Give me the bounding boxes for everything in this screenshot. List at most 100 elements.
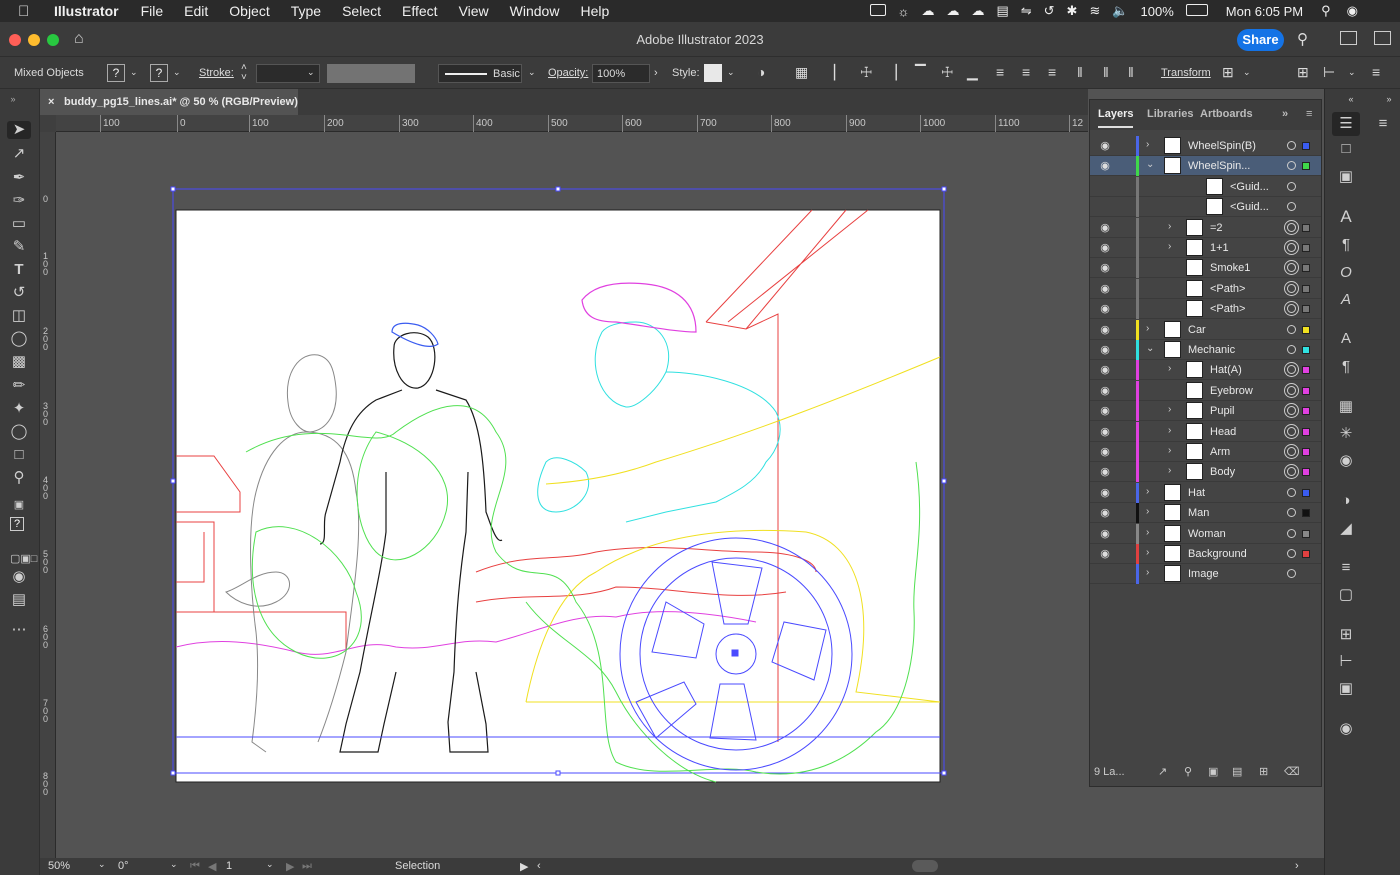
eyedropper-tool-icon[interactable]: ✏ bbox=[10, 377, 28, 395]
layer-target-icon[interactable] bbox=[1287, 222, 1296, 232]
share-button[interactable]: Share bbox=[1237, 29, 1284, 51]
chevron-right-icon[interactable]: › bbox=[1146, 139, 1149, 150]
apple-menu-icon[interactable]:  bbox=[18, 3, 36, 20]
distribute-top-icon[interactable]: ≡ bbox=[996, 64, 1004, 80]
new-sublayer-icon[interactable]: ▤ bbox=[1232, 765, 1242, 778]
selection-tool-icon[interactable]: ➤ bbox=[7, 121, 31, 139]
chevron-right-icon[interactable]: › bbox=[1146, 486, 1149, 497]
visibility-eye-icon[interactable]: ◉ bbox=[1098, 486, 1112, 499]
align-right-icon[interactable]: ▕ bbox=[886, 64, 897, 81]
layer-row[interactable]: ◉ › =2 bbox=[1090, 217, 1321, 238]
horizontal-ruler[interactable]: 100 0 100 200 300 400 500 600 700 800 900 1000 1100 1… bbox=[56, 115, 1088, 132]
distribute-center-icon[interactable]: ≡ bbox=[1022, 64, 1030, 80]
menu-edit[interactable]: Edit bbox=[184, 3, 208, 19]
selection-indicator[interactable] bbox=[1302, 386, 1310, 395]
gradient-panel-icon[interactable]: ▢ bbox=[1336, 585, 1356, 605]
paragraph-panel-icon[interactable]: ¶ bbox=[1336, 235, 1356, 255]
align-to-icon[interactable]: ▦ bbox=[795, 64, 808, 81]
chevron-right-icon[interactable]: › bbox=[1168, 221, 1171, 232]
color-mode-icon[interactable]: ▢▣□ bbox=[10, 550, 37, 568]
visibility-eye-icon[interactable]: ◉ bbox=[1098, 445, 1112, 458]
chevron-right-icon[interactable]: › bbox=[654, 67, 658, 79]
visibility-eye-icon[interactable]: ◉ bbox=[1098, 425, 1112, 438]
close-tab-icon[interactable]: × bbox=[48, 89, 54, 115]
align-horizontal-center-icon[interactable]: ☩ bbox=[860, 64, 873, 81]
layer-target-icon[interactable] bbox=[1287, 365, 1296, 375]
paragraph-styles-icon[interactable]: ¶ bbox=[1336, 357, 1356, 377]
eraser-tool-icon[interactable]: ◫ bbox=[10, 307, 28, 325]
selection-indicator[interactable] bbox=[1302, 325, 1310, 334]
collapse-dock-icon-2[interactable]: » bbox=[1379, 89, 1399, 109]
layer-target-icon[interactable] bbox=[1287, 569, 1296, 579]
visibility-eye-icon[interactable]: ◉ bbox=[1098, 241, 1112, 254]
menu-type[interactable]: Type bbox=[291, 3, 321, 19]
opentype-panel-icon[interactable]: O bbox=[1336, 263, 1356, 283]
chevron-down-icon[interactable]: ⌄ bbox=[727, 67, 735, 78]
menu-select[interactable]: Select bbox=[342, 3, 381, 19]
selection-indicator[interactable] bbox=[1302, 488, 1310, 497]
paintbrush-tool-icon[interactable]: ✎ bbox=[10, 238, 28, 256]
tab-libraries[interactable]: Libraries bbox=[1147, 108, 1193, 120]
menu-window[interactable]: Window bbox=[510, 3, 560, 19]
align-panel-icon[interactable]: ⊢ bbox=[1336, 652, 1356, 672]
cloud-status-icon-3[interactable]: ☁ bbox=[971, 3, 984, 19]
layer-target-icon[interactable] bbox=[1287, 161, 1296, 171]
tab-layers[interactable]: Layers bbox=[1098, 108, 1134, 128]
layer-target-icon[interactable] bbox=[1287, 406, 1296, 416]
cloud-status-icon-2[interactable]: ☁ bbox=[946, 3, 959, 19]
stroke-swatch[interactable]: ? bbox=[150, 64, 168, 82]
type-tool-icon[interactable]: T bbox=[10, 261, 28, 279]
layer-row[interactable]: ◉ Eyebrow bbox=[1090, 380, 1321, 401]
stroke-panel-icon[interactable]: ≡ bbox=[1336, 558, 1356, 578]
zoom-level[interactable]: 50% bbox=[48, 860, 70, 872]
layer-row[interactable]: ◉ › Body bbox=[1090, 462, 1321, 483]
selection-indicator[interactable] bbox=[1302, 223, 1310, 232]
zoom-tool-icon[interactable]: ⚲ bbox=[10, 469, 28, 487]
siri-icon[interactable]: ◉ bbox=[1347, 3, 1358, 19]
screen-mode-icon[interactable]: ▤ bbox=[10, 591, 28, 609]
chevron-down-icon[interactable]: ⌄ bbox=[307, 67, 315, 78]
layer-target-icon[interactable] bbox=[1287, 304, 1296, 314]
visibility-eye-icon[interactable]: ◉ bbox=[1098, 527, 1112, 540]
character-styles-icon[interactable]: A bbox=[1336, 329, 1356, 349]
variable-width-profile[interactable] bbox=[327, 64, 415, 83]
shape-builder-tool-icon[interactable]: ◯ bbox=[10, 423, 28, 441]
layer-target-icon[interactable] bbox=[1287, 528, 1296, 538]
layer-row[interactable]: ◉ ⌄ Mechanic bbox=[1090, 340, 1321, 360]
curvature-tool-icon[interactable]: ✑ bbox=[10, 192, 28, 210]
first-artboard-icon[interactable]: ⏮ bbox=[190, 860, 200, 873]
visibility-eye-icon[interactable]: ◉ bbox=[1098, 139, 1112, 152]
layer-row[interactable]: ◉ › WheelSpin(B) bbox=[1090, 136, 1321, 156]
reference-point-icon[interactable]: ⊞ bbox=[1222, 64, 1234, 81]
chevron-down-icon[interactable]: ⌄ bbox=[528, 67, 536, 78]
artboards-panel-icon[interactable]: ▣ bbox=[1336, 167, 1356, 187]
horizontal-scrollbar-thumb[interactable] bbox=[912, 860, 938, 872]
layer-target-icon[interactable] bbox=[1287, 141, 1296, 150]
layer-row[interactable]: ◉ › 1+1 bbox=[1090, 238, 1321, 258]
arrange-documents-icon[interactable] bbox=[1340, 31, 1357, 45]
bluetooth-icon[interactable]: ✱ bbox=[1067, 3, 1078, 19]
menu-effect[interactable]: Effect bbox=[402, 3, 438, 19]
brush-definition-field[interactable]: Basic bbox=[438, 64, 522, 83]
selection-indicator[interactable] bbox=[1302, 448, 1310, 456]
opacity-label[interactable]: Opacity: bbox=[548, 67, 588, 79]
chevron-down-icon[interactable]: ⌄ bbox=[130, 67, 138, 78]
selection-indicator[interactable] bbox=[1302, 346, 1310, 354]
layer-target-icon[interactable] bbox=[1287, 447, 1296, 456]
acrobat-status-icon[interactable] bbox=[869, 3, 886, 19]
recolor-artwork-icon[interactable]: ◑ bbox=[757, 64, 765, 80]
layer-target-icon[interactable] bbox=[1287, 549, 1296, 558]
chevron-down-icon[interactable]: ⌄ bbox=[266, 859, 274, 870]
selection-indicator[interactable] bbox=[1302, 468, 1310, 477]
layer-row[interactable]: <Guid... bbox=[1090, 176, 1321, 197]
artboard-number[interactable]: 1 bbox=[226, 860, 232, 872]
arrange-icon[interactable]: ⊢ bbox=[1323, 64, 1335, 81]
selection-indicator[interactable] bbox=[1302, 427, 1310, 436]
align-vertical-center-icon[interactable]: ☩ bbox=[941, 64, 954, 81]
distribute-horizontal-icon[interactable]: ‖ bbox=[1103, 64, 1109, 80]
selection-indicator[interactable] bbox=[1302, 407, 1310, 416]
selection-indicator[interactable] bbox=[1302, 284, 1310, 293]
lasso-tool-icon[interactable]: ◯ bbox=[10, 330, 28, 348]
character-panel-icon[interactable]: A bbox=[1336, 207, 1356, 227]
artboard-tool-icon[interactable]: □ bbox=[10, 446, 28, 464]
